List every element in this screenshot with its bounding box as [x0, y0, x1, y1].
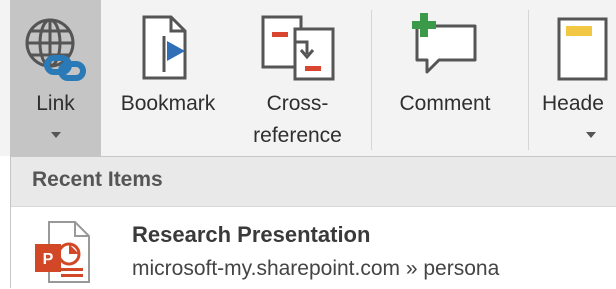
comment-add-icon: [412, 13, 477, 74]
ribbon-group-separator: [528, 10, 529, 150]
cross-reference-icon: [261, 15, 335, 81]
bookmark-icon: [142, 15, 187, 80]
comment-label: Comment: [399, 92, 491, 115]
recent-item-location: microsoft-my.sharepoint.com » persona: [132, 257, 500, 280]
recent-item-title: Research Presentation: [132, 222, 371, 247]
powerpoint-file-icon: P: [35, 221, 90, 283]
cross-reference-label-line2: reference: [253, 124, 342, 147]
link-button[interactable]: Link: [10, 0, 101, 156]
cross-reference-label-line1: Cross-: [266, 92, 329, 115]
bookmark-button[interactable]: Bookmark: [101, 0, 235, 156]
svg-text:P: P: [43, 251, 54, 268]
chevron-down-icon[interactable]: [586, 132, 596, 138]
bookmark-label: Bookmark: [120, 92, 216, 115]
header-label: Heade: [542, 92, 604, 115]
header-icon: [557, 17, 608, 81]
ribbon-group-separator: [371, 10, 372, 150]
globe-link-icon: [25, 18, 86, 81]
link-dropdown-menu: Recent Items P Research Presentation mic…: [10, 156, 616, 288]
chevron-down-icon[interactable]: [50, 132, 61, 138]
cross-reference-button[interactable]: Cross- reference: [235, 0, 360, 156]
recent-item[interactable]: P Research Presentation microsoft-my.sha…: [11, 208, 616, 289]
link-label: Link: [36, 92, 75, 115]
recent-items-header: Recent Items: [11, 157, 616, 207]
header-button[interactable]: Heade: [530, 0, 616, 156]
insert-ribbon: Link Bookmark Cross- reference Comment H…: [0, 0, 616, 156]
recent-items-title: Recent Items: [32, 168, 163, 191]
new-comment-button[interactable]: Comment: [375, 0, 515, 156]
